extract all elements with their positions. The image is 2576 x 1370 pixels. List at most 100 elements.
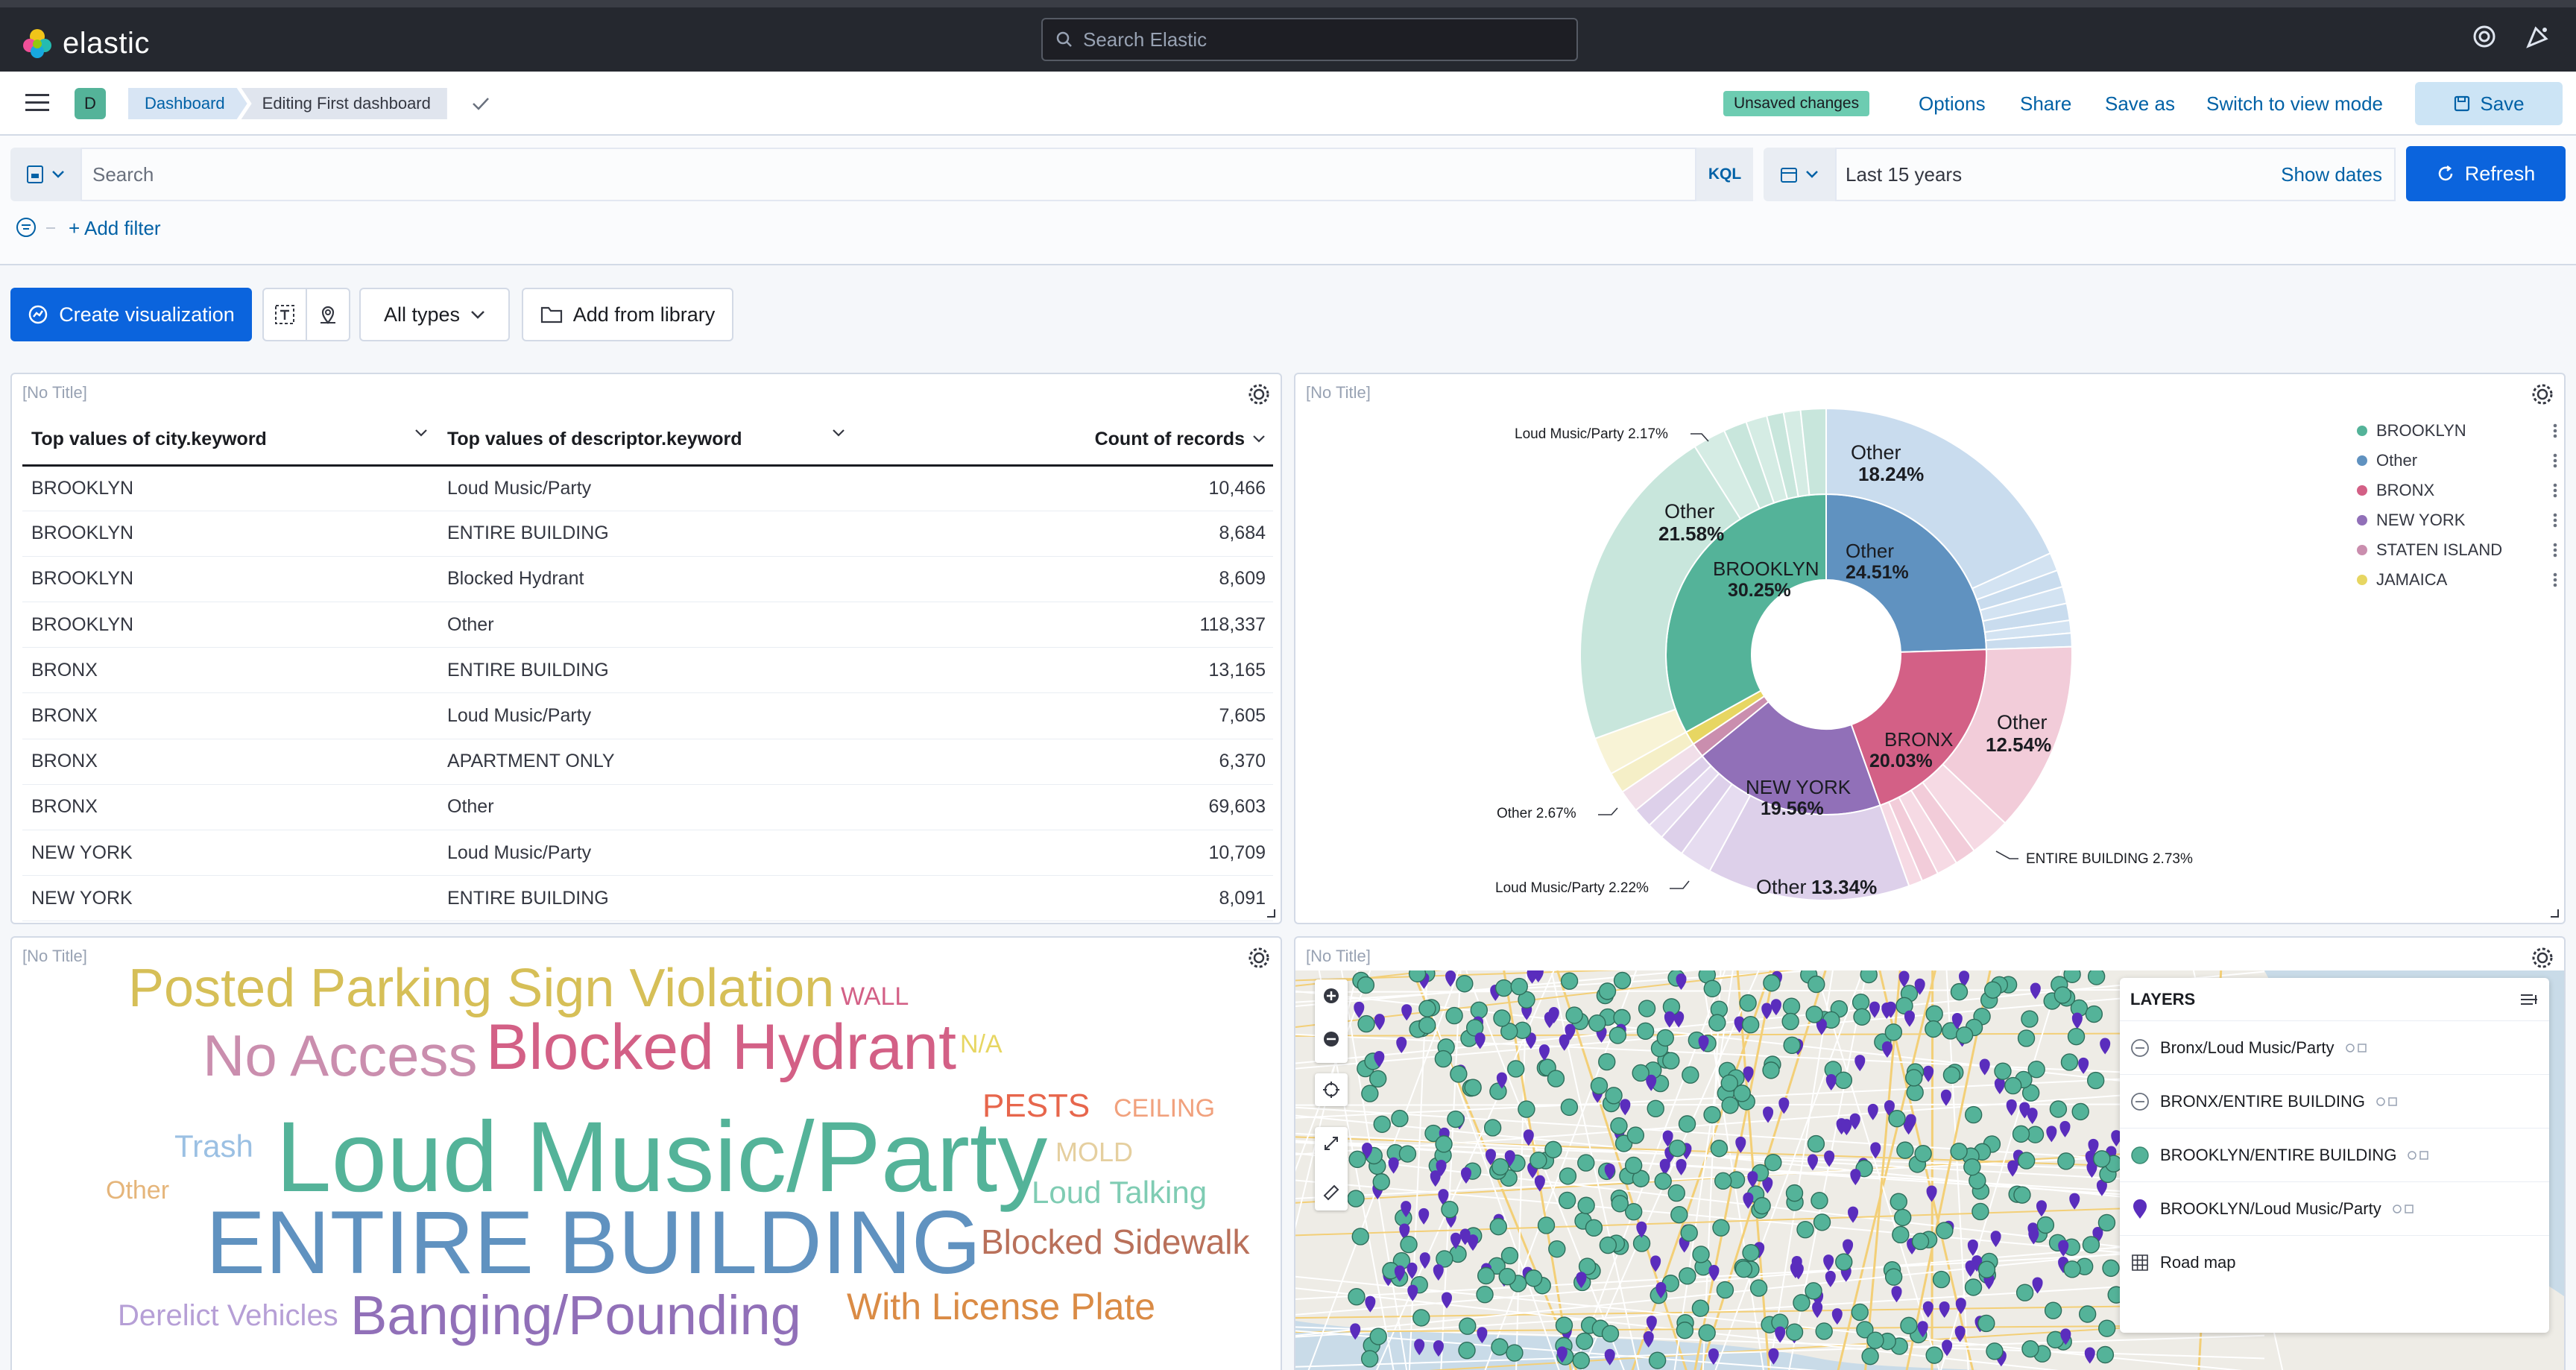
- map-point[interactable]: [1483, 1119, 1502, 1137]
- map-point[interactable]: [1860, 970, 1878, 984]
- legend-item[interactable]: JAMAICA: [2357, 565, 2558, 595]
- map-point[interactable]: [1813, 1213, 1831, 1231]
- map-point[interactable]: [1537, 1216, 1556, 1234]
- map-point[interactable]: [1785, 1184, 1804, 1202]
- map-point[interactable]: [1648, 1351, 1667, 1369]
- layer-item[interactable]: BROOKLYN/ENTIRE BUILDING: [2120, 1128, 2549, 1182]
- map-point[interactable]: [1714, 1172, 1732, 1190]
- map-point[interactable]: [1972, 1202, 1989, 1221]
- map-point[interactable]: [1585, 1219, 1603, 1237]
- map-point[interactable]: [1598, 1052, 1616, 1071]
- map-point[interactable]: [1547, 1070, 1565, 1088]
- map-point[interactable]: [1796, 1220, 1814, 1239]
- add-map-button[interactable]: [306, 288, 350, 341]
- map-point[interactable]: [1434, 1049, 1453, 1068]
- map-point[interactable]: [2044, 1301, 2062, 1319]
- map-point[interactable]: [1493, 1009, 1511, 1027]
- layer-item[interactable]: Road map: [2120, 1236, 2549, 1289]
- map-point[interactable]: [1670, 1205, 1688, 1224]
- map-point[interactable]: [1624, 1156, 1643, 1175]
- map-point[interactable]: [1360, 1350, 1379, 1368]
- chevron-down-icon[interactable]: [1252, 435, 1266, 443]
- map-point[interactable]: [1610, 1117, 1628, 1135]
- map-point[interactable]: [2060, 1053, 2079, 1071]
- map-point[interactable]: [1560, 1098, 1579, 1117]
- map-point[interactable]: [1609, 1026, 1627, 1044]
- map-point[interactable]: [1932, 1270, 1951, 1289]
- filter-options-icon[interactable]: [15, 216, 37, 239]
- map-point[interactable]: [1598, 982, 1617, 1000]
- map-point[interactable]: [1734, 1260, 1753, 1278]
- space-avatar[interactable]: D: [75, 88, 106, 119]
- map-point[interactable]: [2021, 1010, 2039, 1028]
- layer-item[interactable]: BROOKLYN/Loud Music/Party: [2120, 1182, 2549, 1236]
- query-search-input[interactable]: Search: [80, 148, 1696, 201]
- map-point[interactable]: [1894, 1208, 1912, 1227]
- map-point[interactable]: [2071, 1102, 2089, 1121]
- map-point[interactable]: [1733, 1085, 1751, 1102]
- legend-item[interactable]: STATEN ISLAND: [2357, 535, 2558, 565]
- chevron-down-icon[interactable]: [832, 429, 845, 438]
- help-icon[interactable]: [2472, 24, 2497, 49]
- map-point[interactable]: [1601, 1325, 1620, 1342]
- map-point[interactable]: [1851, 1303, 1869, 1322]
- map-point[interactable]: [1884, 1268, 1903, 1286]
- map-point[interactable]: [2049, 1100, 2068, 1118]
- map-point[interactable]: [1911, 1232, 1930, 1251]
- add-filter-button[interactable]: + Add filter: [69, 215, 161, 242]
- menu-icon[interactable]: [25, 92, 49, 113]
- map-point[interactable]: [2004, 1076, 2022, 1095]
- save-button[interactable]: Save: [2415, 82, 2563, 125]
- map-point[interactable]: [1510, 977, 1528, 996]
- zoom-in-icon[interactable]: [1322, 987, 1340, 1005]
- map-point[interactable]: [1890, 1193, 1907, 1210]
- map-point[interactable]: [2053, 986, 2072, 1004]
- map-point[interactable]: [2085, 1005, 2103, 1023]
- map-point[interactable]: [1565, 1006, 1583, 1024]
- map-point[interactable]: [1398, 1145, 1417, 1163]
- collapse-panel-icon[interactable]: [2519, 992, 2539, 1007]
- map-point[interactable]: [2021, 1340, 2039, 1358]
- map-point[interactable]: [1357, 976, 1375, 994]
- query-language-switcher[interactable]: KQL: [1696, 148, 1753, 201]
- map-point[interactable]: [1476, 1286, 1494, 1304]
- map-point[interactable]: [1861, 1347, 1879, 1366]
- map-point[interactable]: [1925, 1005, 1943, 1023]
- map-point[interactable]: [1710, 1140, 1729, 1158]
- map-point[interactable]: [1905, 1069, 1923, 1087]
- gear-icon[interactable]: [1246, 382, 1272, 407]
- map-point[interactable]: [1524, 1269, 1543, 1287]
- map-point[interactable]: [1667, 1184, 1685, 1202]
- map-point[interactable]: [1626, 1126, 1645, 1144]
- add-text-button[interactable]: [262, 288, 307, 341]
- map-point[interactable]: [2086, 1071, 2105, 1090]
- map-point[interactable]: [1450, 1065, 1468, 1083]
- map-point[interactable]: [1558, 1191, 1576, 1210]
- date-range-display[interactable]: Last 15 years Show dates: [1835, 148, 2396, 201]
- map-point[interactable]: [1494, 979, 1513, 997]
- map-point[interactable]: [1498, 1267, 1516, 1286]
- map-point[interactable]: [1808, 975, 1825, 994]
- map-point[interactable]: [1459, 1317, 1477, 1335]
- resize-handle-icon[interactable]: [1264, 906, 1276, 918]
- more-options-icon[interactable]: [2552, 572, 2558, 588]
- map-point[interactable]: [2013, 1186, 2031, 1204]
- map-point[interactable]: [1348, 1288, 1366, 1306]
- gear-icon[interactable]: [2530, 382, 2555, 407]
- map-point[interactable]: [1906, 1083, 1924, 1102]
- map-point[interactable]: [1599, 1236, 1617, 1254]
- map-point[interactable]: [1418, 1016, 1436, 1035]
- create-visualization-button[interactable]: Create visualization: [10, 288, 252, 341]
- map-point[interactable]: [1464, 1079, 1482, 1096]
- map-point[interactable]: [1489, 1217, 1507, 1236]
- map-point[interactable]: [1762, 1061, 1780, 1079]
- map-point[interactable]: [1835, 1253, 1853, 1271]
- map-point[interactable]: [2097, 1213, 2116, 1232]
- layer-item[interactable]: Bronx/Loud Music/Party: [2120, 1021, 2549, 1075]
- map-point[interactable]: [1721, 1096, 1739, 1114]
- map-point[interactable]: [1361, 1085, 1379, 1102]
- map-point[interactable]: [1680, 1224, 1698, 1242]
- map-point[interactable]: [1963, 1158, 1981, 1176]
- quick-date-menu-button[interactable]: [1764, 148, 1835, 201]
- map-point[interactable]: [1892, 1225, 1910, 1244]
